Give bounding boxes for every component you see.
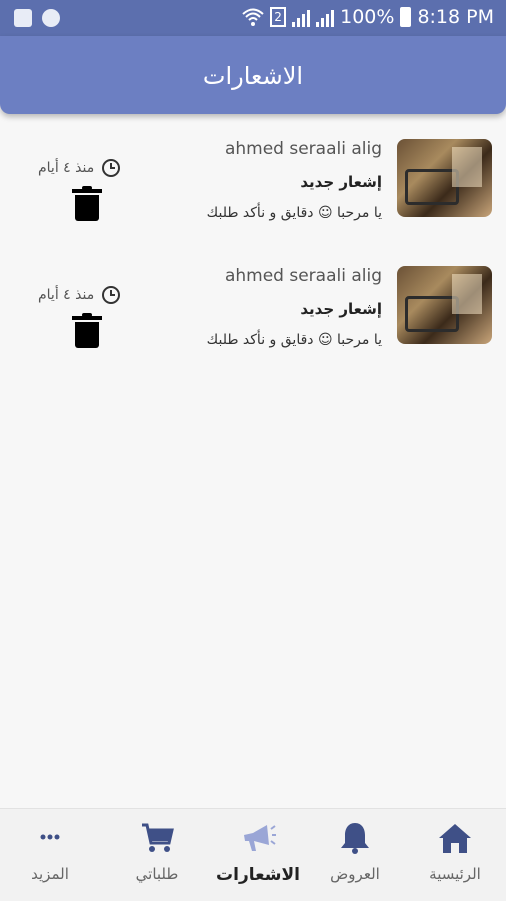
nav-item-offers[interactable]: العروض xyxy=(310,809,400,901)
nav-label-more: المزيد xyxy=(31,865,69,883)
notification-time: منذ ٤ أيام xyxy=(38,286,121,304)
notification-time-text: منذ ٤ أيام xyxy=(38,287,95,303)
nav-label-notifications: الاشعارات xyxy=(216,865,300,885)
notification-title: إشعار جديد xyxy=(300,300,382,318)
nav-item-more[interactable]: المزيد xyxy=(5,809,95,901)
sim-icon: 2 xyxy=(270,7,287,27)
status-icons-left xyxy=(14,9,60,27)
wifi-icon xyxy=(242,8,264,26)
bottom-navigation: الرئيسية العروض الاشعارات طلباتي المزيد xyxy=(0,808,506,901)
trash-icon xyxy=(75,322,99,348)
notification-thumbnail xyxy=(397,266,492,344)
gallery-notification-icon xyxy=(14,9,32,27)
home-icon xyxy=(439,824,471,853)
notification-item[interactable]: ahmed seraali alig إشعار جديد يا مرحبا ☺… xyxy=(0,266,506,386)
bell-icon xyxy=(341,823,369,854)
signal-icon xyxy=(292,7,311,27)
notification-time-text: منذ ٤ أيام xyxy=(38,160,95,176)
status-bar: 2 100% 8:18 PM xyxy=(0,0,506,36)
cart-icon xyxy=(142,823,174,852)
more-icon xyxy=(40,834,60,840)
notification-item[interactable]: ahmed seraali alig إشعار جديد يا مرحبا ☺… xyxy=(0,139,506,259)
megaphone-icon xyxy=(244,825,276,851)
nav-item-notifications[interactable]: الاشعارات xyxy=(213,809,303,901)
chat-notification-icon xyxy=(42,9,60,27)
nav-item-orders[interactable]: طلباتي xyxy=(112,809,202,901)
battery-icon xyxy=(400,7,412,27)
notification-time: منذ ٤ أيام xyxy=(38,159,121,177)
clock-icon xyxy=(102,286,121,304)
nav-label-orders: طلباتي xyxy=(135,865,179,883)
notification-thumbnail xyxy=(397,139,492,217)
notification-body: يا مرحبا ☺ دقايق و نأكد طلبك xyxy=(206,205,382,221)
battery-percent: 100% xyxy=(340,6,395,28)
app-bar: الاشعارات xyxy=(0,36,506,114)
nav-item-home[interactable]: الرئيسية xyxy=(410,809,500,901)
notification-body: يا مرحبا ☺ دقايق و نأكد طلبك xyxy=(206,332,382,348)
notification-sender: ahmed seraali alig xyxy=(224,139,382,159)
delete-notification-button[interactable] xyxy=(72,186,102,221)
clock-icon xyxy=(102,159,121,177)
notification-sender: ahmed seraali alig xyxy=(224,266,382,286)
nav-label-home: الرئيسية xyxy=(429,865,481,883)
signal-2-icon xyxy=(316,7,335,27)
clock-time: 8:18 PM xyxy=(417,6,494,28)
notification-title: إشعار جديد xyxy=(300,173,382,191)
status-icons-right: 2 100% 8:18 PM xyxy=(242,6,494,28)
nav-label-offers: العروض xyxy=(330,865,380,883)
trash-icon xyxy=(75,195,99,221)
page-title: الاشعارات xyxy=(202,62,304,90)
delete-notification-button[interactable] xyxy=(72,313,102,348)
